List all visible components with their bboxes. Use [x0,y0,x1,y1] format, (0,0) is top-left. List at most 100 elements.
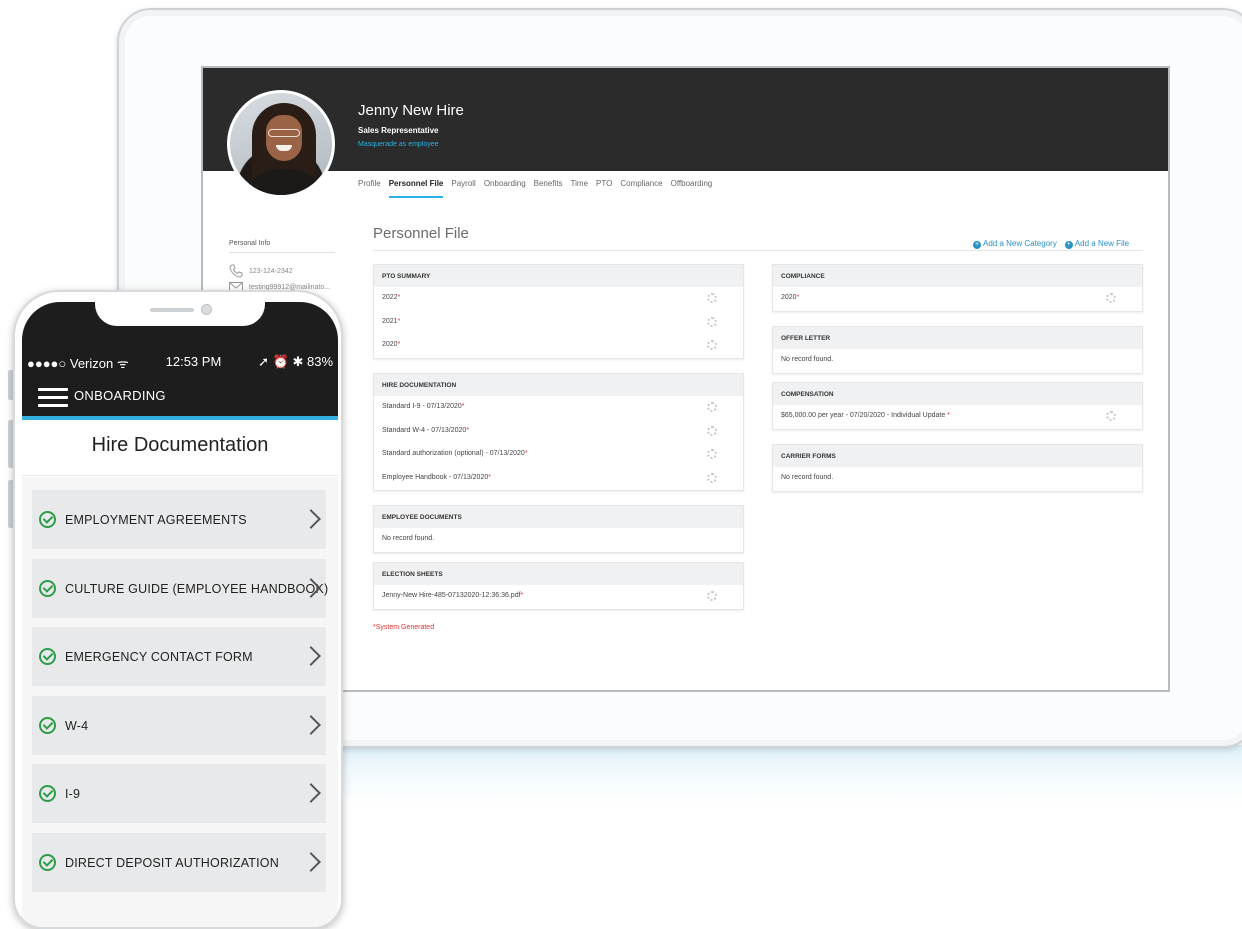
phone-icon [229,264,243,278]
list-item-label: I-9 [65,786,81,801]
carrier-forms-card: CARRIER FORMS No record found. [772,444,1143,492]
employee-name: Jenny New Hire [358,102,464,119]
list-item-label: CULTURE GUIDE (EMPLOYEE HANDBOOK) [65,581,329,596]
list-item-w4[interactable]: W-4 [32,696,326,755]
empty-message: No record found. [781,474,834,481]
compliance-card: COMPLIANCE 2020* [772,264,1143,312]
gear-icon[interactable] [707,316,717,327]
tablet-glow [300,745,1242,805]
check-circle-icon [39,717,56,734]
card-header: COMPENSATION [773,383,1142,405]
card-header: OFFER LETTER [773,327,1142,349]
card-header: CARRIER FORMS [773,445,1142,467]
clock: 12:53 PM [165,354,222,369]
card-header: COMPLIANCE [773,265,1142,287]
offer-letter-card: OFFER LETTER No record found. [772,326,1143,374]
gear-icon[interactable] [707,591,717,601]
compensation-card: COMPENSATION $65,000.00 per year - 07/20… [772,382,1143,430]
stage: Jenny New Hire Sales Representative Masq… [0,0,1242,929]
tab-personnel-file[interactable]: Personnel File [388,179,444,198]
list-item-label: EMERGENCY CONTACT FORM [65,649,253,664]
phone-camera [201,304,212,315]
personal-info-label: Personal Info [229,240,271,247]
masquerade-link[interactable]: Masquerade as employee [358,141,439,148]
plus-icon: + [973,241,981,249]
list-item-label: DIRECT DEPOSIT AUTHORIZATION [65,855,279,870]
list-item-direct-deposit[interactable]: DIRECT DEPOSIT AUTHORIZATION [32,833,326,892]
list-item-label: W-4 [65,718,89,733]
empty-message: No record found. [781,356,834,363]
list-item-culture-guide[interactable]: CULTURE GUIDE (EMPLOYEE HANDBOOK) [32,559,329,618]
tab-offboarding[interactable]: Offboarding [671,179,713,198]
wifi-icon: ᯤ [116,356,129,371]
pto-summary-card: PTO SUMMARY 2022* 2021* 2020* [373,264,744,359]
tab-profile[interactable]: Profile [358,179,381,198]
card-header: EMPLOYEE DOCUMENTS [374,506,743,528]
phone-speaker [150,308,194,312]
status-bar: ●●●●○ Verizon ᯤ 12:53 PM ➚ ⏰ ✱ 83% [27,354,333,372]
avatar [227,90,335,198]
profile-header [203,68,1168,171]
profile-tabs: Profile Personnel File Payroll Onboardin… [358,179,712,198]
card-row[interactable]: Standard W-4 - 07/13/2020* [374,420,743,444]
phone-number: 123-124-2342 [249,267,293,275]
tab-compliance[interactable]: Compliance [620,179,662,198]
employee-role: Sales Representative [358,126,439,135]
chevron-right-icon [301,646,321,666]
card-row[interactable]: Employee Handbook - 07/13/2020* [374,467,743,491]
system-generated-note: *System Generated [373,624,435,631]
phone-row[interactable]: 123-124-2342 [229,264,293,278]
tab-benefits[interactable]: Benefits [534,179,563,198]
gear-icon[interactable] [707,425,717,436]
card-row[interactable]: $65,000.00 per year - 07/20/2020 - Indiv… [773,405,1142,429]
election-sheets-card: ELECTION SHEETS Jenny-New Hire-485-07132… [373,562,744,610]
document-list: EMPLOYMENT AGREEMENTS CULTURE GUIDE (EMP… [22,477,338,927]
card-row[interactable]: 2020* [773,287,1142,311]
card-row[interactable]: Standard authorization (optional) - 07/1… [374,443,743,467]
tab-payroll[interactable]: Payroll [451,179,475,198]
gear-icon[interactable] [707,402,717,412]
chevron-right-icon [301,509,321,529]
tab-time[interactable]: Time [571,179,588,198]
gear-icon[interactable] [707,293,717,303]
gear-icon[interactable] [1106,293,1116,303]
card-row[interactable]: 2021* [374,311,743,335]
phone-page-title: Hire Documentation [22,420,338,476]
check-circle-icon [39,785,56,802]
card-row[interactable]: Jenny-New Hire-485-07132020-12:36:36.pdf… [374,585,743,609]
page-title: Personnel File [373,225,469,242]
app-title: ONBOARDING [74,388,166,403]
gear-icon[interactable] [1106,411,1116,421]
hamburger-menu-icon[interactable] [38,388,68,408]
check-circle-icon [39,580,56,597]
chevron-right-icon [301,852,321,872]
app-bar: ONBOARDING [22,380,338,420]
card-header: PTO SUMMARY [374,265,743,287]
gear-icon[interactable] [707,472,717,483]
list-item-label: EMPLOYMENT AGREEMENTS [65,512,247,527]
list-item-emergency-contact[interactable]: EMERGENCY CONTACT FORM [32,627,326,686]
tab-pto[interactable]: PTO [596,179,612,198]
gear-icon[interactable] [707,449,717,459]
employee-documents-card: EMPLOYEE DOCUMENTS No record found. [373,505,744,553]
add-category-link[interactable]: + Add a New Category [973,239,1057,249]
list-item-employment-agreements[interactable]: EMPLOYMENT AGREEMENTS [32,490,326,549]
add-file-link[interactable]: + Add a New File [1064,239,1129,249]
gear-icon[interactable] [707,340,717,350]
card-header: HIRE DOCUMENTATION [374,374,743,396]
personnel-file-screen: Jenny New Hire Sales Representative Masq… [201,66,1170,692]
card-row[interactable]: 2022* [374,287,743,311]
empty-message: No record found. [382,535,435,542]
card-row[interactable]: Standard I-9 - 07/13/2020* [374,396,743,420]
divider [229,252,335,253]
check-circle-icon [39,854,56,871]
chevron-right-icon [301,783,321,803]
battery-status: ➚ ⏰ ✱ 83% [258,354,333,369]
card-row[interactable]: 2020* [374,334,743,358]
check-circle-icon [39,648,56,665]
hire-documentation-card: HIRE DOCUMENTATION Standard I-9 - 07/13/… [373,373,744,491]
phone-device: ●●●●○ Verizon ᯤ 12:53 PM ➚ ⏰ ✱ 83% ONBOA… [13,290,343,929]
list-item-i9[interactable]: I-9 [32,764,326,823]
tab-onboarding[interactable]: Onboarding [484,179,526,198]
plus-icon: + [1064,241,1073,249]
